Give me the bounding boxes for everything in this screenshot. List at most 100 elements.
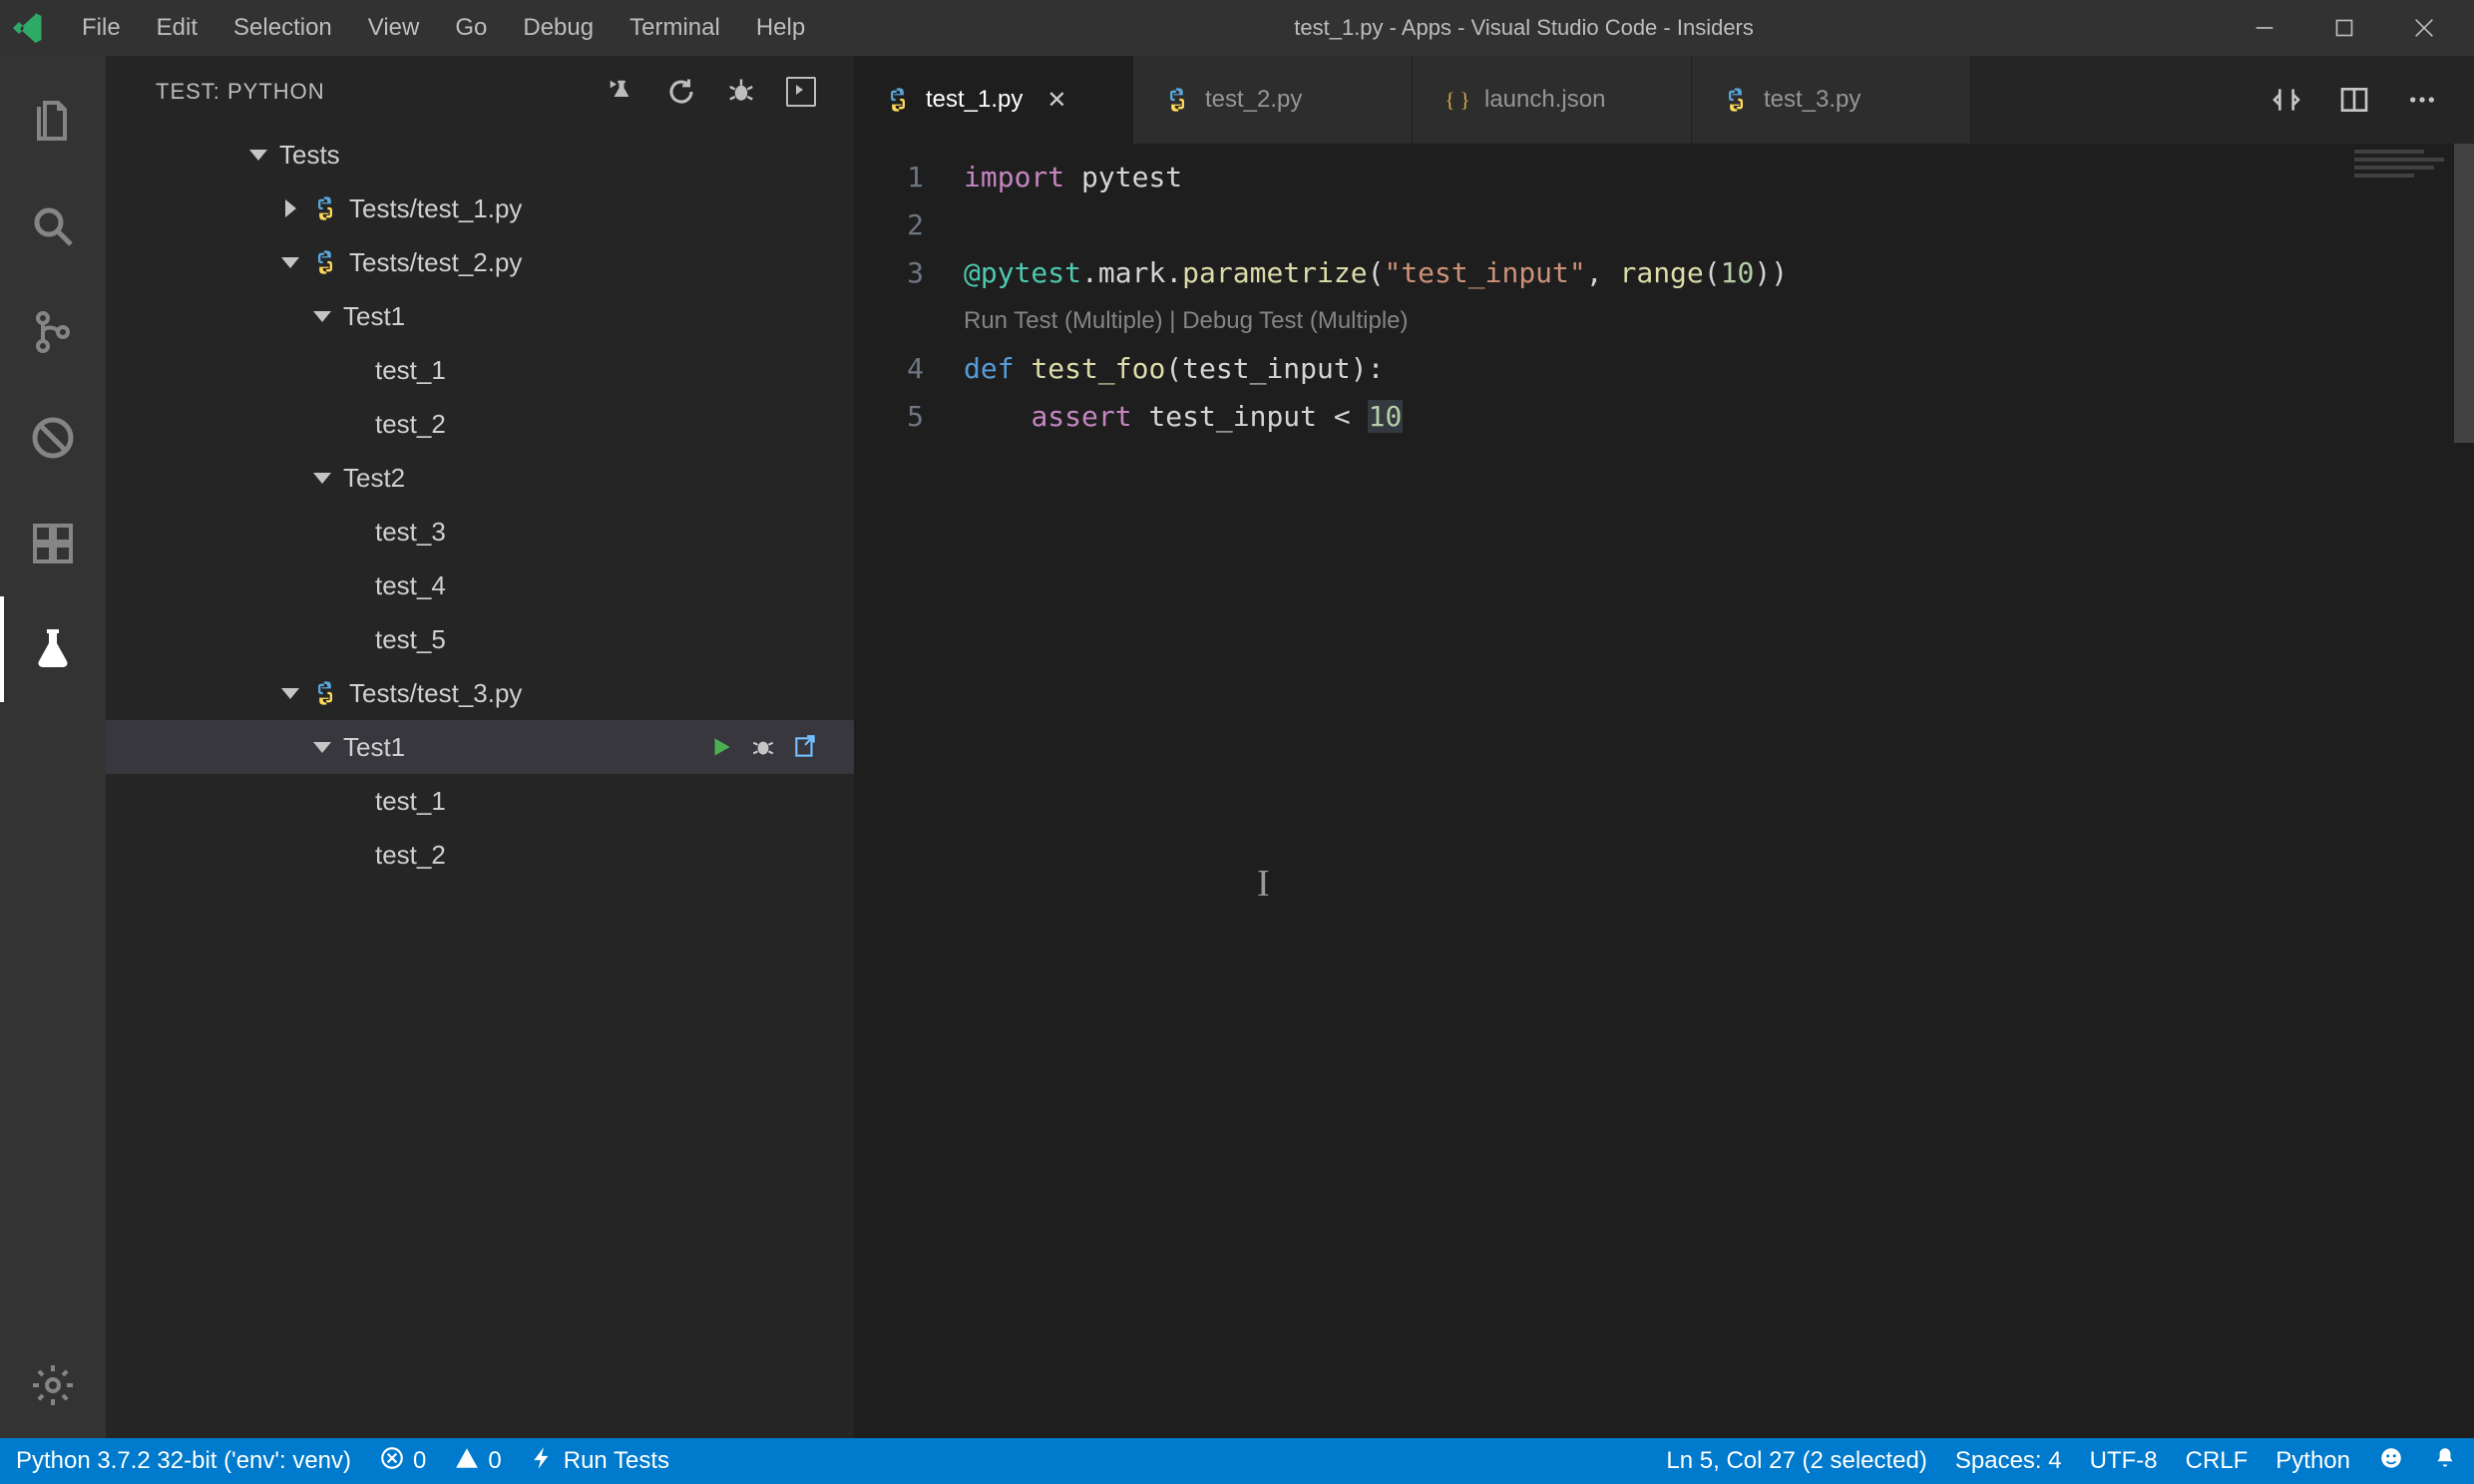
debug-icon[interactable] — [726, 77, 756, 107]
codelens[interactable]: Run Test (Multiple) | Debug Test (Multip… — [964, 297, 2474, 345]
tree-file-item[interactable]: Tests/test_2.py — [106, 235, 854, 289]
menu-debug[interactable]: Debug — [505, 10, 612, 46]
tree-test-item[interactable]: test_1 — [106, 343, 854, 397]
code-line[interactable]: import pytest — [964, 154, 2474, 201]
svg-text:{ }: { } — [1444, 88, 1469, 112]
more-icon[interactable] — [2406, 84, 2438, 116]
activity-test[interactable] — [0, 596, 106, 702]
menu-terminal[interactable]: Terminal — [612, 10, 738, 46]
smiley-icon — [2378, 1445, 2404, 1478]
statusbar-label: Run Tests — [564, 1447, 669, 1475]
maximize-button[interactable] — [2304, 3, 2384, 53]
chevron-down-icon[interactable] — [309, 303, 335, 329]
statusbar-item[interactable]: Ln 5, Col 27 (2 selected) — [1666, 1447, 1926, 1475]
menu-file[interactable]: File — [64, 10, 139, 46]
tree-test-item[interactable]: test_1 — [106, 774, 854, 828]
activity-search[interactable] — [0, 174, 106, 279]
chevron-down-icon[interactable] — [245, 142, 271, 168]
tree-group-item[interactable]: Test2 — [106, 451, 854, 505]
activity-explorer[interactable] — [0, 68, 106, 174]
chevron-down-icon[interactable] — [309, 734, 335, 760]
editor-tab-actions — [2235, 56, 2474, 144]
statusbar-item[interactable]: UTF-8 — [2090, 1447, 2158, 1475]
statusbar-item[interactable] — [2378, 1445, 2404, 1478]
tree-test-item[interactable]: test_3 — [106, 505, 854, 558]
code-editor[interactable]: 123 45 import pytest@pytest.mark.paramet… — [854, 144, 2474, 1438]
tree-item-label: test_1 — [375, 355, 854, 386]
editor-tab[interactable]: test_2.py — [1133, 56, 1413, 144]
extensions-icon — [29, 520, 77, 567]
tree-item-label: Tests/test_3.py — [349, 678, 854, 709]
code-line[interactable]: assert test_input < 10 — [964, 393, 2474, 441]
code-line[interactable]: @pytest.mark.parametrize("test_input", r… — [964, 249, 2474, 297]
tree-test-item[interactable]: test_2 — [106, 828, 854, 882]
line-number: 5 — [854, 393, 964, 441]
open-file-icon[interactable] — [792, 734, 818, 760]
split-editor-icon[interactable] — [2338, 84, 2370, 116]
statusbar-item[interactable]: Python 3.7.2 32-bit ('env': venv) — [16, 1447, 351, 1475]
menu-go[interactable]: Go — [437, 10, 505, 46]
tree-item-label: test_3 — [375, 517, 854, 548]
activity-settings[interactable] — [0, 1332, 106, 1438]
close-button[interactable] — [2384, 3, 2464, 53]
tab-label: test_2.py — [1205, 86, 1302, 114]
chevron-down-icon[interactable] — [277, 249, 303, 275]
run-icon[interactable] — [708, 734, 734, 760]
activity-scm[interactable] — [0, 279, 106, 385]
chevron-right-icon[interactable] — [277, 195, 303, 221]
tree-group-item[interactable]: Test1 — [106, 289, 854, 343]
minimize-button[interactable] — [2225, 3, 2304, 53]
menu-view[interactable]: View — [350, 10, 438, 46]
chevron-down-icon[interactable] — [277, 680, 303, 706]
chevron-down-icon[interactable] — [309, 465, 335, 491]
titlebar: FileEditSelectionViewGoDebugTerminalHelp… — [0, 0, 2474, 56]
tree-file-item[interactable]: Tests/test_3.py — [106, 666, 854, 720]
statusbar-item[interactable]: Python — [2275, 1447, 2350, 1475]
tree-test-item[interactable]: test_2 — [106, 397, 854, 451]
minimap[interactable] — [2354, 150, 2454, 180]
close-icon[interactable]: ✕ — [1046, 86, 1066, 115]
show-output-icon[interactable] — [786, 77, 816, 107]
tree-group-item[interactable]: Tests — [106, 128, 854, 182]
tree-item-label: test_1 — [375, 786, 854, 817]
tree-test-item[interactable]: test_5 — [106, 612, 854, 666]
statusbar-item[interactable] — [2432, 1445, 2458, 1478]
tree-file-item[interactable]: Tests/test_1.py — [106, 182, 854, 235]
activity-debug[interactable] — [0, 385, 106, 491]
compare-icon[interactable] — [2270, 84, 2302, 116]
tree-group-item[interactable]: Test1 — [106, 720, 854, 774]
tree-item-label: test_2 — [375, 840, 854, 871]
activity-extensions[interactable] — [0, 491, 106, 596]
editor-tab[interactable]: test_3.py — [1692, 56, 1971, 144]
menu-edit[interactable]: Edit — [139, 10, 215, 46]
scrollbar-track[interactable] — [2454, 144, 2474, 1438]
code-line[interactable] — [964, 201, 2474, 249]
code-line[interactable]: def test_foo(test_input): — [964, 345, 2474, 393]
menu-selection[interactable]: Selection — [215, 10, 350, 46]
statusbar-label: Python 3.7.2 32-bit ('env': venv) — [16, 1447, 351, 1475]
statusbar-item[interactable]: Run Tests — [530, 1445, 669, 1478]
scrollbar-thumb[interactable] — [2454, 144, 2474, 443]
tab-label: launch.json — [1484, 86, 1605, 114]
editor-tab[interactable]: { } launch.json — [1413, 56, 1692, 144]
sidebar-test-explorer: TEST: PYTHON TestsTests/test_1.py Tests/t… — [106, 56, 854, 1438]
debug-icon[interactable] — [750, 734, 776, 760]
statusbar-item[interactable]: Spaces: 4 — [1955, 1447, 2062, 1475]
tree-test-item[interactable]: test_4 — [106, 558, 854, 612]
discover-tests-icon[interactable] — [607, 77, 636, 107]
window-title: test_1.py - Apps - Visual Studio Code - … — [823, 15, 2225, 41]
menu-help[interactable]: Help — [738, 10, 823, 46]
debug-noentry-icon — [29, 414, 77, 462]
statusbar-label: 0 — [488, 1447, 501, 1475]
statusbar-item[interactable]: CRLF — [2186, 1447, 2249, 1475]
tree-item-label: test_4 — [375, 570, 854, 601]
tree-item-label: Test2 — [343, 463, 854, 494]
tree-item-label: Tests/test_2.py — [349, 247, 854, 278]
activitybar — [0, 56, 106, 1438]
statusbar-item[interactable]: 0 — [454, 1445, 501, 1478]
statusbar-item[interactable]: 0 — [379, 1445, 426, 1478]
refresh-icon[interactable] — [666, 77, 696, 107]
sidebar-header: TEST: PYTHON — [106, 56, 854, 128]
editor-tab[interactable]: test_1.py✕ — [854, 56, 1133, 144]
sidebar-title: TEST: PYTHON — [156, 79, 607, 105]
